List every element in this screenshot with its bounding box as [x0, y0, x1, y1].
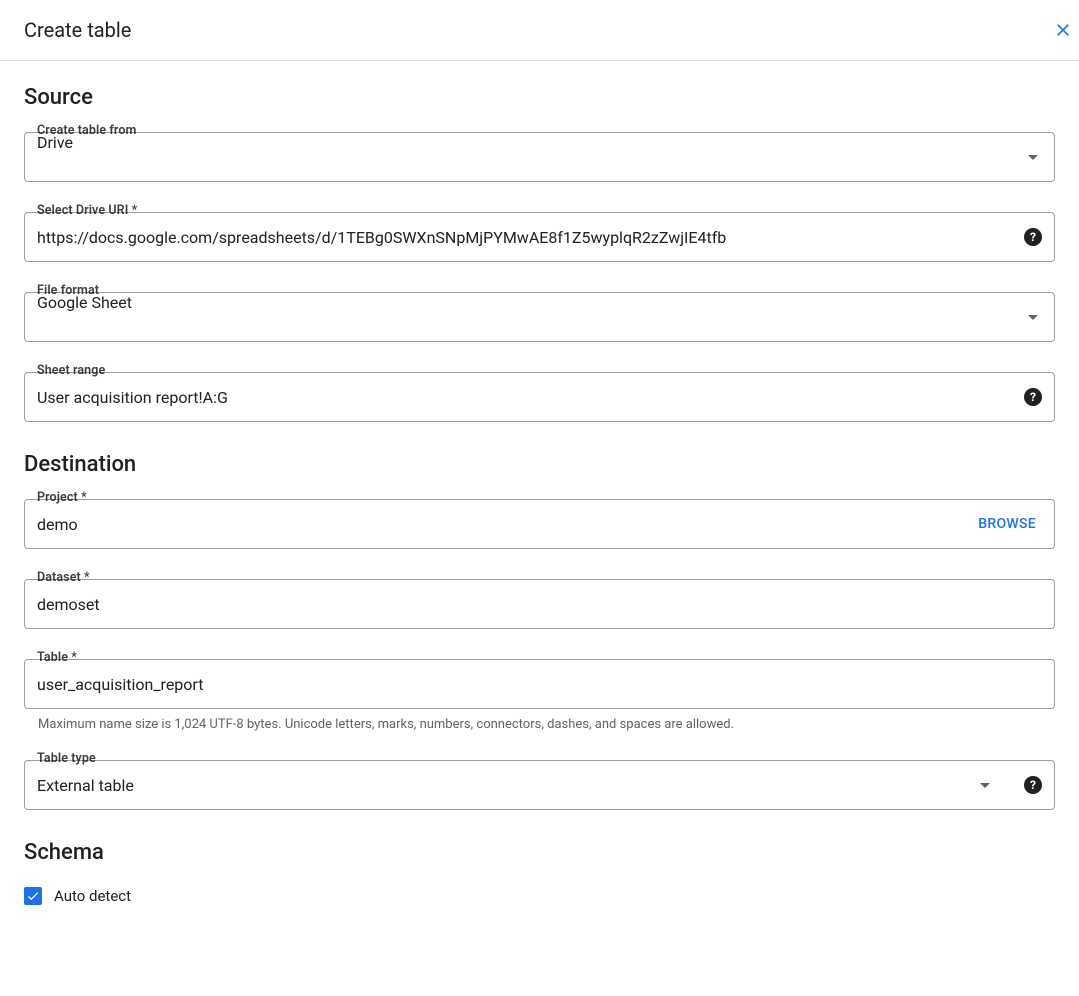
table-box	[24, 659, 1055, 709]
table-type-field: Table type External table ?	[24, 760, 1055, 810]
drive-uri-box: ?	[24, 212, 1055, 262]
table-type-select[interactable]: External table	[37, 761, 970, 809]
table-input[interactable]	[37, 660, 1042, 708]
project-field: Project * BROWSE	[24, 499, 1055, 549]
dataset-box	[24, 579, 1055, 629]
file-format-select[interactable]: Google Sheet	[24, 292, 1055, 342]
file-format-value: Google Sheet	[37, 293, 1018, 341]
create-table-from-field: Create table from Drive	[24, 132, 1055, 182]
project-input[interactable]	[37, 500, 968, 548]
sheet-range-box: ?	[24, 372, 1055, 422]
project-box: BROWSE	[24, 499, 1055, 549]
help-icon[interactable]: ?	[1024, 776, 1042, 794]
dataset-input[interactable]	[37, 580, 1042, 628]
section-title-destination: Destination	[24, 452, 1055, 477]
drive-uri-field: Select Drive URI * ?	[24, 212, 1055, 262]
dialog-content: Source Create table from Drive Select Dr…	[0, 61, 1079, 915]
sheet-range-input[interactable]	[37, 373, 1014, 421]
close-icon[interactable]	[1053, 20, 1073, 40]
sheet-range-field: Sheet range ?	[24, 372, 1055, 422]
chevron-down-icon	[980, 783, 990, 788]
create-table-from-select[interactable]: Drive	[24, 132, 1055, 182]
create-table-from-value: Drive	[37, 133, 1018, 181]
table-hint: Maximum name size is 1,024 UTF-8 bytes. …	[38, 717, 1055, 732]
browse-button[interactable]: BROWSE	[978, 516, 1042, 532]
section-title-schema: Schema	[24, 840, 1055, 865]
dataset-field: Dataset *	[24, 579, 1055, 629]
chevron-down-icon	[1028, 155, 1038, 160]
chevron-down-icon	[1028, 315, 1038, 320]
dialog-header: Create table	[0, 0, 1079, 61]
file-format-field: File format Google Sheet	[24, 292, 1055, 342]
auto-detect-row: Auto detect	[24, 887, 1055, 905]
section-title-source: Source	[24, 85, 1055, 110]
table-field: Table *	[24, 659, 1055, 709]
dialog-title: Create table	[24, 18, 131, 42]
drive-uri-input[interactable]	[37, 213, 1014, 261]
auto-detect-label: Auto detect	[54, 887, 131, 905]
help-icon[interactable]: ?	[1024, 228, 1042, 246]
help-icon[interactable]: ?	[1024, 388, 1042, 406]
table-type-box: External table ?	[24, 760, 1055, 810]
auto-detect-checkbox[interactable]	[24, 887, 42, 905]
